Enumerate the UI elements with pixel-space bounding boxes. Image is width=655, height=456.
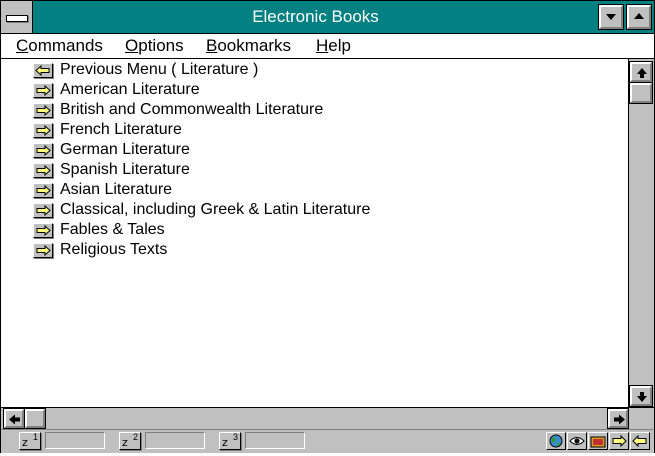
scroll-left-button[interactable] (3, 408, 25, 429)
menu-options-mnemonic: O (125, 36, 139, 55)
list-item-british-literature[interactable]: British and Commonwealth Literature (33, 100, 323, 120)
list-item-german-literature[interactable]: German Literature (33, 140, 190, 160)
minimize-button[interactable] (598, 4, 624, 30)
list-item-label: French Literature (60, 121, 182, 138)
list-item-religious-texts[interactable]: Religious Texts (33, 240, 167, 260)
vertical-scrollbar[interactable] (628, 59, 654, 407)
back-arrow-icon (632, 434, 647, 448)
menu-options-label: ptions (138, 36, 184, 55)
system-menu-button[interactable] (1, 1, 33, 33)
forward-arrow-icon (33, 102, 53, 118)
book-list: Previous Menu ( Literature ) American Li… (1, 59, 628, 407)
electronic-books-window: Electronic Books Commands Options Bookma… (0, 0, 655, 454)
zoom-number: 1 (32, 432, 38, 442)
zoom-number: 2 (132, 432, 138, 442)
menu-commands[interactable]: Commands (16, 36, 103, 56)
forward-arrow-icon (33, 142, 53, 158)
zoom-glyph: z (222, 436, 228, 449)
list-item-label: Religious Texts (60, 241, 168, 258)
list-item-label: Asian Literature (60, 181, 173, 198)
forward-arrow-icon (33, 122, 53, 138)
list-item-classical-literature[interactable]: Classical, including Greek & Latin Liter… (33, 200, 370, 220)
scrollbar-corner (629, 409, 653, 429)
zoom-number: 3 (232, 432, 238, 442)
forward-arrow-icon (33, 242, 53, 258)
back-arrow-icon (33, 62, 53, 78)
window-title: Electronic Books (252, 7, 379, 26)
eye-button[interactable] (567, 432, 587, 450)
scroll-down-button[interactable] (629, 385, 653, 407)
list-item-asian-literature[interactable]: Asian Literature (33, 180, 172, 200)
list-item-label: German Literature (60, 141, 190, 158)
list-item-label: Spanish Literature (60, 161, 190, 178)
arrow-right-icon (614, 414, 625, 425)
list-item-french-literature[interactable]: French Literature (33, 120, 182, 140)
list-item-label: American Literature (60, 81, 200, 98)
zoom-button-2[interactable]: z 2 (119, 432, 141, 450)
menu-help[interactable]: Help (316, 36, 351, 56)
maximize-button[interactable] (626, 4, 652, 30)
menu-bookmarks-mnemonic: B (206, 36, 218, 55)
globe-button[interactable] (546, 432, 566, 450)
arrow-left-icon (9, 414, 20, 425)
folder-button[interactable] (588, 432, 608, 450)
list-item-previous-menu[interactable]: Previous Menu ( Literature ) (33, 60, 258, 80)
eye-icon (569, 437, 585, 445)
arrow-down-icon (637, 392, 647, 402)
forward-arrow-icon (33, 182, 53, 198)
list-item-american-literature[interactable]: American Literature (33, 80, 200, 100)
title-bar[interactable]: Electronic Books (1, 1, 654, 34)
menu-options[interactable]: Options (125, 36, 184, 56)
forward-button[interactable] (609, 432, 629, 450)
list-item-spanish-literature[interactable]: Spanish Literature (33, 160, 190, 180)
system-menu-icon (6, 15, 28, 22)
zoom-button-3[interactable]: z 3 (219, 432, 241, 450)
back-button[interactable] (630, 432, 650, 450)
zoom-button-1[interactable]: z 1 (19, 432, 41, 450)
forward-arrow-icon (33, 162, 53, 178)
list-item-label: Classical, including Greek & Latin Liter… (60, 201, 371, 218)
scroll-right-button[interactable] (607, 408, 629, 429)
arrow-up-icon (637, 68, 647, 78)
horizontal-scrollbar[interactable] (1, 407, 654, 429)
menu-bookmarks-label: ookmarks (217, 36, 292, 55)
menu-commands-mnemonic: C (16, 36, 29, 55)
forward-arrow-icon (33, 202, 53, 218)
list-item-label: Previous Menu ( Literature ) (60, 61, 259, 78)
zoom-glyph: z (22, 436, 28, 449)
menu-bar: Commands Options Bookmarks Help (1, 34, 654, 59)
scroll-up-button[interactable] (629, 61, 653, 83)
menu-help-mnemonic: H (316, 36, 329, 55)
forward-arrow-icon (33, 82, 53, 98)
zoom-field-3[interactable] (245, 432, 305, 449)
zoom-glyph: z (122, 436, 128, 449)
folder-icon (590, 436, 606, 448)
forward-arrow-icon (612, 434, 627, 448)
list-item-label: Fables & Tales (60, 221, 165, 238)
menu-bookmarks[interactable]: Bookmarks (206, 36, 291, 56)
list-item-label: British and Commonwealth Literature (60, 101, 324, 118)
forward-arrow-icon (33, 222, 53, 238)
horizontal-scroll-thumb[interactable] (24, 408, 46, 429)
menu-help-label: elp (328, 36, 351, 55)
maximize-icon (634, 13, 644, 19)
status-toolbar: z 1 z 2 z 3 (1, 429, 654, 453)
zoom-field-2[interactable] (145, 432, 205, 449)
zoom-field-1[interactable] (45, 432, 105, 449)
vertical-scroll-thumb[interactable] (629, 82, 653, 104)
globe-icon (549, 434, 563, 448)
minimize-icon (606, 14, 616, 20)
menu-commands-label: ommands (28, 36, 103, 55)
list-item-fables-tales[interactable]: Fables & Tales (33, 220, 165, 240)
